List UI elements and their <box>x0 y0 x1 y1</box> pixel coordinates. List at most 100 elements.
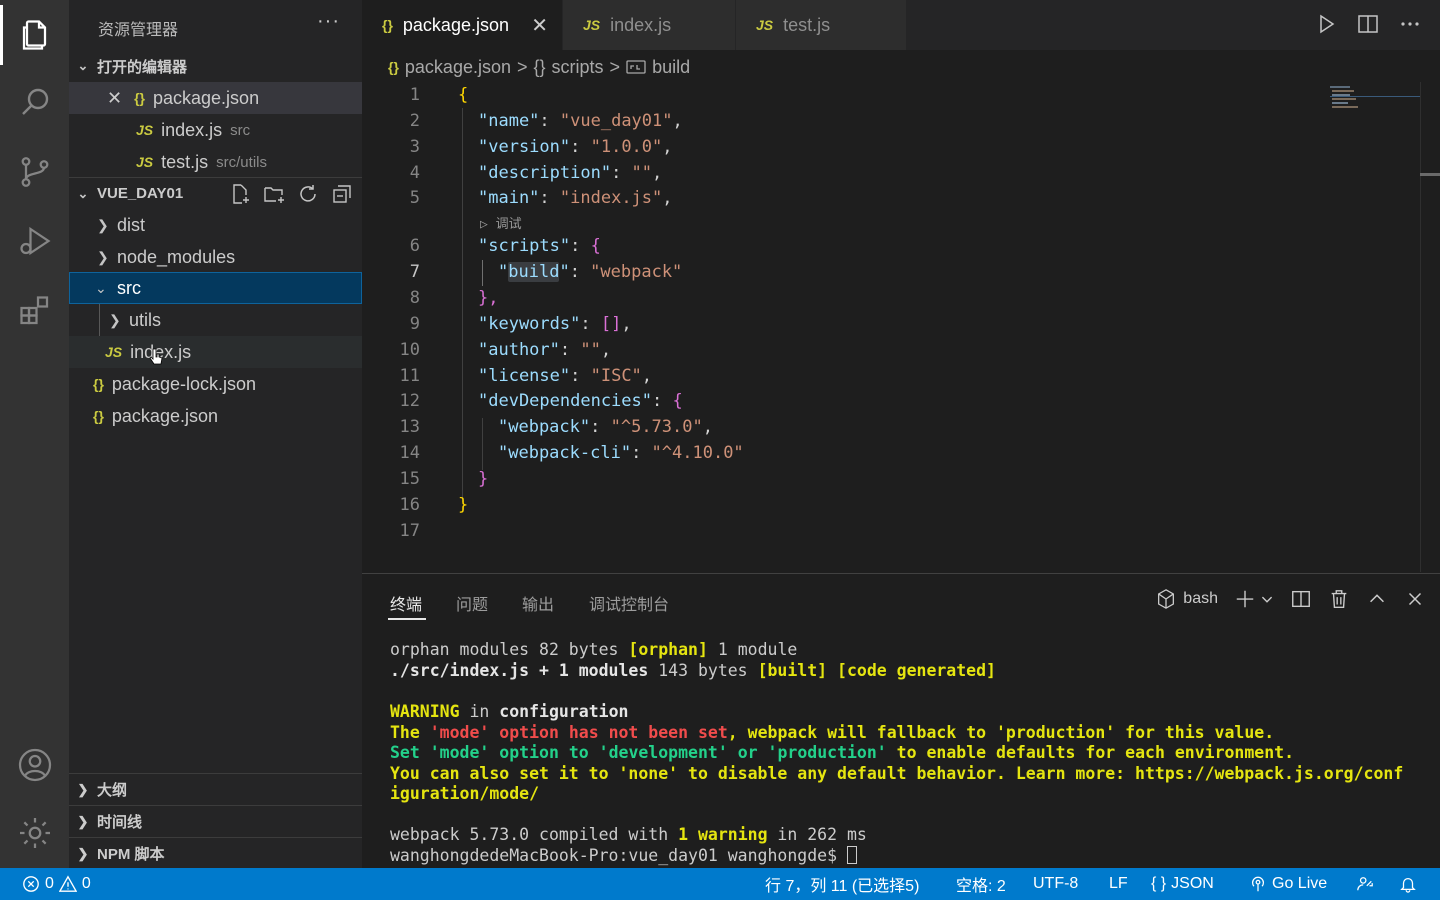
terminal-prompt[interactable]: wanghongdedeMacBook-Pro:vue_day01 wangho… <box>390 846 857 867</box>
shell-selector[interactable]: bash <box>1155 588 1218 610</box>
line-number: 14 <box>399 443 420 463</box>
tree-item-label: package-lock.json <box>111 373 256 394</box>
breadcrumb-build[interactable]: build <box>652 57 690 78</box>
close-panel-icon[interactable] <box>1404 588 1426 610</box>
tab-terminal[interactable]: 终端 <box>390 591 422 615</box>
terminal-line: iguration/mode/ <box>390 784 540 803</box>
tree-item-label: utils <box>129 309 162 330</box>
tab-index-js[interactable]: JS index.js <box>563 0 735 50</box>
terminal-line: The 'mode' option has not been set, webp… <box>390 723 1275 742</box>
js-file-icon: JS <box>136 122 154 138</box>
line-number: 6 <box>409 236 420 256</box>
tab-package-json[interactable]: {} package.json ✕ <box>362 0 562 50</box>
code-line: "webpack": "^5.73.0", <box>498 417 713 437</box>
debug-codelens[interactable]: ▷ 调试 <box>480 213 522 232</box>
explorer-title: 资源管理器 <box>98 22 179 39</box>
js-file-icon: JS <box>583 17 601 33</box>
encoding[interactable]: UTF-8 <box>1033 868 1078 900</box>
tab-debug-console[interactable]: 调试控制台 <box>589 591 669 615</box>
terminal-line: ./src/index.js + 1 modules 143 bytes [bu… <box>390 661 996 680</box>
account-icon[interactable] <box>0 735 69 795</box>
extensions-icon[interactable] <box>0 281 69 341</box>
language-mode[interactable]: { } JSON <box>1151 868 1214 900</box>
tree-file[interactable]: {} package.json <box>69 400 362 432</box>
split-editor-icon[interactable] <box>1356 12 1380 36</box>
code-line: { <box>458 85 469 105</box>
breadcrumb-scripts[interactable]: scripts <box>552 57 604 78</box>
tree-folder[interactable]: ❯ dist <box>69 209 362 241</box>
terminal-cursor <box>846 846 857 864</box>
open-editors-header[interactable]: ⌄ 打开的编辑器 <box>69 50 362 82</box>
open-editor-name: package.json <box>153 87 260 108</box>
js-file-icon: JS <box>105 344 123 360</box>
tree-folder-selected[interactable]: ⌄ src <box>69 272 362 304</box>
status-bar: 0 0 行 7，列 11 (已选择5) 空格: 2 UTF-8 LF { } J… <box>0 868 1440 900</box>
close-icon[interactable]: ✕ <box>531 13 548 38</box>
new-terminal-icon[interactable] <box>1234 588 1256 610</box>
minimap[interactable] <box>1330 84 1420 114</box>
tree-file[interactable]: {} package-lock.json <box>69 368 362 400</box>
code-line-current: "build": "webpack" <box>498 262 683 282</box>
run-icon[interactable] <box>1314 12 1338 36</box>
tree-folder[interactable]: ❯ node_modules <box>69 241 362 273</box>
language-label: JSON <box>1171 875 1214 892</box>
code-editor[interactable]: 1 2 3 4 5 6 7 8 9 10 11 12 13 14 15 16 1… <box>362 82 1440 572</box>
tab-output[interactable]: 输出 <box>522 591 554 615</box>
code-line: } <box>458 495 469 515</box>
collapse-all-icon[interactable] <box>330 182 354 206</box>
run-debug-icon[interactable] <box>0 211 69 271</box>
tree-item-label: src <box>117 277 141 298</box>
chevron-down-icon[interactable] <box>1260 588 1274 610</box>
open-editor-item[interactable]: ✕ {} package.json <box>69 82 362 114</box>
terminal-line: Set 'mode' option to 'development' or 'p… <box>390 743 1295 762</box>
go-live-button[interactable]: Go Live <box>1249 868 1327 900</box>
tab-test-js[interactable]: JS test.js <box>736 0 906 50</box>
scrollbar-track[interactable] <box>1420 82 1421 572</box>
new-folder-icon[interactable] <box>262 182 286 206</box>
settings-gear-icon[interactable] <box>0 803 69 863</box>
section-label: 时间线 <box>97 814 143 831</box>
source-control-icon[interactable] <box>0 142 69 202</box>
more-icon[interactable] <box>1398 12 1422 36</box>
project-header[interactable]: ⌄ VUE_DAY01 <box>69 177 362 209</box>
tree-folder[interactable]: ❯ utils <box>69 304 362 336</box>
tab-label: test.js <box>783 14 831 35</box>
code-line: "keywords": [], <box>478 314 632 334</box>
refresh-icon[interactable] <box>296 182 320 206</box>
chevron-right-icon: ❯ <box>97 248 109 265</box>
cursor-position[interactable]: 行 7，列 11 (已选择5) <box>765 868 919 900</box>
split-terminal-icon[interactable] <box>1290 588 1312 610</box>
breadcrumb-file[interactable]: package.json <box>405 57 511 78</box>
search-icon[interactable] <box>0 72 69 132</box>
line-number: 10 <box>399 340 420 360</box>
notifications-bell-icon[interactable] <box>1399 868 1417 900</box>
npm-scripts-section[interactable]: ❯ NPM 脚本 <box>69 837 362 869</box>
open-editor-name: index.js <box>161 119 223 140</box>
outline-section[interactable]: ❯ 大纲 <box>69 773 362 805</box>
line-number: 11 <box>399 366 420 386</box>
more-actions-icon[interactable]: ··· <box>317 10 340 33</box>
timeline-section[interactable]: ❯ 时间线 <box>69 805 362 837</box>
problems-status[interactable]: 0 0 <box>22 868 91 900</box>
tree-file[interactable]: JS index.js <box>69 336 362 368</box>
maximize-panel-icon[interactable] <box>1366 588 1388 610</box>
line-number: 3 <box>409 137 420 157</box>
feedback-icon[interactable] <box>1356 868 1374 900</box>
new-file-icon[interactable] <box>228 182 252 206</box>
code-line: }, <box>478 288 499 308</box>
open-editor-item[interactable]: JS index.js src <box>69 114 362 146</box>
chevron-down-icon: ⌄ <box>77 185 89 201</box>
indentation[interactable]: 空格: 2 <box>956 868 1006 900</box>
breadcrumb-separator: > <box>609 56 621 77</box>
end-of-line[interactable]: LF <box>1109 868 1128 900</box>
terminal-panel: 终端 问题 输出 调试控制台 bash orphan modules 82 by… <box>362 573 1440 868</box>
line-number: 4 <box>409 163 420 183</box>
open-editor-item[interactable]: JS test.js src/utils <box>69 146 362 178</box>
activity-bar <box>0 0 69 868</box>
tab-problems[interactable]: 问题 <box>456 591 488 615</box>
close-icon[interactable]: ✕ <box>107 88 122 109</box>
breadcrumb: {} package.json > {} scripts > build <box>388 55 690 79</box>
js-file-icon: JS <box>136 154 154 170</box>
explorer-icon[interactable] <box>0 5 69 65</box>
trash-icon[interactable] <box>1328 588 1350 610</box>
